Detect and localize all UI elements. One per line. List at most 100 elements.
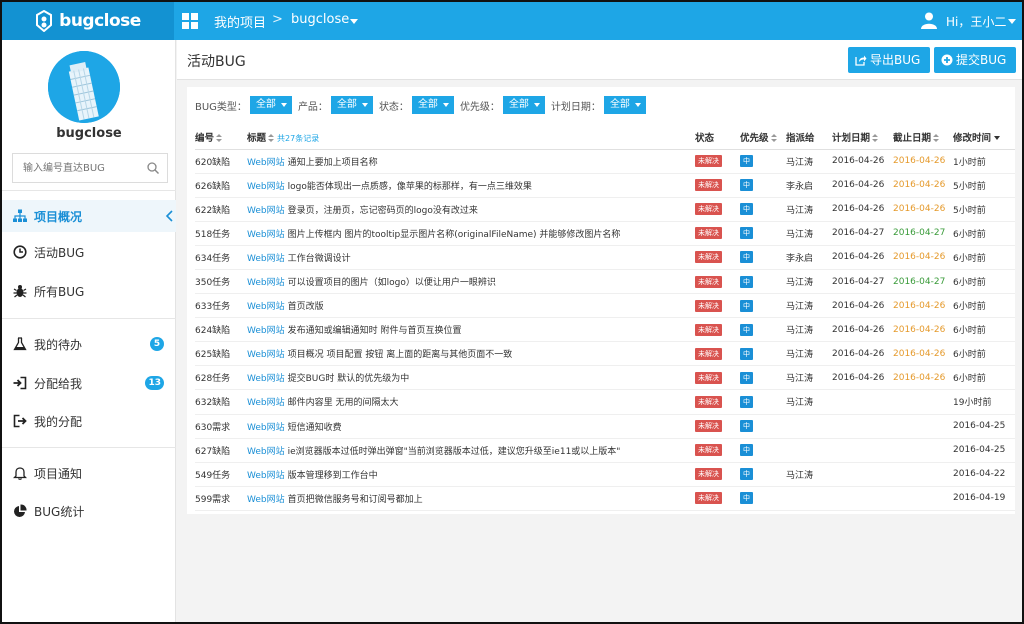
bug-title-cell[interactable]: Web网站 logo能否体现出一点质感，像苹果的标那样，有一点三维效果 [247,173,695,198]
col-status-header[interactable]: 状态 [695,125,740,150]
col-assignee-header[interactable]: 指派给 [786,125,832,150]
table-row[interactable]: 627缺陷 Web网站 ie浏览器版本过低时弹出弹窗"当前浏览器版本过低，建议您升级… [195,438,1015,463]
filter-product-select[interactable]: 全部 [330,96,373,114]
bug-title-cell[interactable]: Web网站 发布通知或编辑通知时 附件与首页互换位置 [247,317,695,343]
bug-project-link[interactable]: Web网站 [247,206,285,216]
submit-bug-button[interactable]: 提交BUG [934,47,1016,73]
bug-id[interactable]: 627缺陷 [195,438,247,463]
col-deadline-header[interactable]: 截止日期 [893,125,953,150]
bug-title-cell[interactable]: Web网站 短信通知收费 [247,414,695,439]
bug-project-link[interactable]: Web网站 [247,326,285,336]
bug-id[interactable]: 620缺陷 [195,149,247,174]
bug-title[interactable]: 通知上要加上项目名称 [288,158,378,168]
bug-id[interactable]: 630需求 [195,414,247,439]
bug-title[interactable]: 图片上传框内 图片的tooltip显示图片名称(originalFileName… [288,230,621,240]
table-row[interactable]: 350任务 Web网站 可以设置项目的图片（如logo）以便让用户一眼辨识 未解决中马… [195,269,1015,295]
bug-project-link[interactable]: Web网站 [247,398,285,408]
bug-title[interactable]: 项目概况 项目配置 按钮 离上面的距离与其他页面不一致 [288,350,513,360]
bug-title-cell[interactable]: Web网站 可以设置项目的图片（如logo）以便让用户一眼辨识 [247,269,695,295]
bug-title[interactable]: 可以设置项目的图片（如logo）以便让用户一眼辨识 [288,278,496,288]
bug-title[interactable]: 发布通知或编辑通知时 附件与首页互换位置 [288,326,462,336]
bug-id[interactable]: 628任务 [195,365,247,391]
bug-project-link[interactable]: Web网站 [247,230,285,240]
sidebar-item-project-overview[interactable]: 项目概况 [2,200,176,232]
table-row[interactable]: 549任务 Web网站 版本管理移到工作台中 未解决中马江涛 2016-04-22 [195,462,1015,487]
project-dropdown-caret-icon[interactable] [350,19,358,24]
bug-title-cell[interactable]: Web网站 首页把微信服务号和订阅号都加上 [247,486,695,511]
bug-title[interactable]: 邮件内容里 无用的间隔太大 [288,398,399,408]
filter-status-select[interactable]: 全部 [411,96,454,114]
bug-title-cell[interactable]: Web网站 项目概况 项目配置 按钮 离上面的距离与其他页面不一致 [247,341,695,367]
nav-my-projects[interactable]: 我的项目 [214,12,266,31]
nav-current-project[interactable]: bugclose [291,12,349,27]
table-row[interactable]: 626缺陷 Web网站 logo能否体现出一点质感，像苹果的标那样，有一点三维效果未… [195,173,1015,198]
bug-project-link[interactable]: Web网站 [247,374,285,384]
table-row[interactable]: 630需求 Web网站 短信通知收费 未解决中 2016-04-25 [195,414,1015,439]
table-row[interactable]: 628任务 Web网站 提交BUG时 默认的优先级为中 未解决中马江涛 2016-04-… [195,365,1015,391]
bug-project-link[interactable]: Web网站 [247,254,285,264]
bug-project-link[interactable]: Web网站 [247,158,285,168]
bug-title[interactable]: 登录页，注册页，忘记密码页的logo没有改过来 [288,206,478,216]
bug-project-link[interactable]: Web网站 [247,471,285,481]
bug-title-cell[interactable]: Web网站 图片上传框内 图片的tooltip显示图片名称(originalFil… [247,221,695,246]
bug-title-cell[interactable]: Web网站 提交BUG时 默认的优先级为中 [247,365,695,391]
bug-project-link[interactable]: Web网站 [247,423,285,433]
bug-title[interactable]: 首页改版 [288,302,324,312]
filter-type-select[interactable]: 全部 [249,96,292,114]
bug-title[interactable]: 首页把微信服务号和订阅号都加上 [288,495,423,505]
bug-project-link[interactable]: Web网站 [247,447,285,457]
bug-id[interactable]: 622缺陷 [195,197,247,222]
bug-title-cell[interactable]: Web网站 登录页，注册页，忘记密码页的logo没有改过来 [247,197,695,222]
bug-title-cell[interactable]: Web网站 版本管理移到工作台中 [247,462,695,487]
table-row[interactable]: 633任务 Web网站 首页改版 未解决中马江涛 2016-04-26 2016-04-2… [195,293,1015,319]
sidebar-item-bug-stats[interactable]: BUG统计 [2,495,176,527]
bug-id[interactable]: 518任务 [195,221,247,246]
table-row[interactable]: 625缺陷 Web网站 项目概况 项目配置 按钮 离上面的距离与其他页面不一致 未解决… [195,341,1015,367]
bug-id[interactable]: 549任务 [195,462,247,487]
bug-title[interactable]: 版本管理移到工作台中 [288,471,378,481]
bug-id[interactable]: 634任务 [195,245,247,270]
bug-project-link[interactable]: Web网站 [247,350,285,360]
bug-title-cell[interactable]: Web网站 工作台微调设计 [247,245,695,270]
table-row[interactable]: 599需求 Web网站 首页把微信服务号和订阅号都加上 未解决中 2016-04-19 [195,486,1015,511]
col-plan-date-header[interactable]: 计划日期 [832,125,893,150]
sidebar-item-my-todo[interactable]: 我的待办 5 [2,328,176,360]
bug-title-cell[interactable]: Web网站 ie浏览器版本过低时弹出弹窗"当前浏览器版本过低，建议您升级至ie11… [247,438,695,463]
bug-title[interactable]: 提交BUG时 默认的优先级为中 [288,374,410,384]
bug-project-link[interactable]: Web网站 [247,495,285,505]
sidebar-item-all-bugs[interactable]: 所有BUG [2,275,176,307]
bug-title-cell[interactable]: Web网站 邮件内容里 无用的间隔太大 [247,389,695,415]
bug-title[interactable]: 短信通知收费 [288,423,342,433]
col-id-header[interactable]: 编号 [195,125,247,150]
apps-grid-icon[interactable] [182,13,198,29]
col-modified-header[interactable]: 修改时间 [953,125,1015,150]
export-bugs-button[interactable]: 导出BUG [848,47,930,73]
table-row[interactable]: 620缺陷 Web网站 通知上要加上项目名称 未解决中马江涛 2016-04-26 201… [195,149,1015,174]
sidebar-item-my-assignments[interactable]: 我的分配 [2,405,176,437]
bug-id[interactable]: 626缺陷 [195,173,247,198]
bug-id[interactable]: 350任务 [195,269,247,295]
sidebar-item-project-notices[interactable]: 项目通知 [2,457,176,489]
user-greeting[interactable]: Hi，王小二 [946,13,1006,30]
bug-title[interactable]: ie浏览器版本过低时弹出弹窗"当前浏览器版本过低，建议您升级至ie11或以上版本… [288,447,621,457]
search-icon[interactable] [147,162,159,174]
bug-project-link[interactable]: Web网站 [247,302,285,312]
bug-project-link[interactable]: Web网站 [247,278,285,288]
user-menu-caret-icon[interactable] [1008,19,1016,24]
bug-id[interactable]: 625缺陷 [195,341,247,367]
filter-priority-select[interactable]: 全部 [502,96,545,114]
logo[interactable]: bugclose [2,2,174,40]
sidebar-item-assigned-to-me[interactable]: 分配给我 13 [2,367,176,399]
col-title-header[interactable]: 标题 共27条记录 [247,125,695,150]
bug-title[interactable]: 工作台微调设计 [288,254,351,264]
bug-id[interactable]: 599需求 [195,486,247,511]
bug-search-input[interactable] [13,154,139,182]
user-icon[interactable] [920,11,938,29]
table-row[interactable]: 632缺陷 Web网站 邮件内容里 无用的间隔太大 未解决中马江涛 19小时前 [195,389,1015,415]
table-row[interactable]: 622缺陷 Web网站 登录页，注册页，忘记密码页的logo没有改过来 未解决中马江涛… [195,197,1015,222]
bug-title-cell[interactable]: Web网站 首页改版 [247,293,695,319]
col-priority-header[interactable]: 优先级 [740,125,786,150]
bug-id[interactable]: 624缺陷 [195,317,247,343]
bug-project-link[interactable]: Web网站 [247,182,285,192]
bug-title-cell[interactable]: Web网站 通知上要加上项目名称 [247,149,695,174]
